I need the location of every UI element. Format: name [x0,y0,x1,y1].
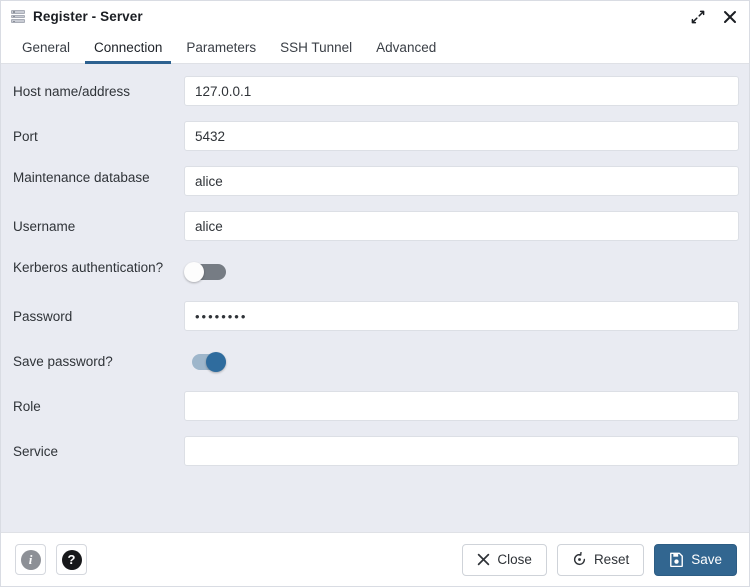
close-button[interactable]: Close [462,543,547,576]
form-row-maintenance-database: Maintenance database [1,164,739,209]
port-label: Port [13,129,38,144]
reset-button-label: Reset [593,552,630,567]
host-label: Host name/address [13,84,131,99]
dialog-footer: i ? Close Reset Save [1,532,749,586]
close-button-label: Close [497,552,532,567]
save-button[interactable]: Save [654,543,737,576]
tab-ssh-tunnel[interactable]: SSH Tunnel [268,32,364,63]
password-label: Password [13,309,73,324]
help-button[interactable]: ? [56,544,87,575]
service-input[interactable] [184,436,739,466]
tab-bar: General Connection Parameters SSH Tunnel… [1,32,749,64]
connection-form: Host name/address Port Maintenance datab… [1,64,749,532]
maintenance-database-input[interactable] [184,166,739,196]
reset-button[interactable]: Reset [556,543,645,576]
service-label: Service [13,444,59,459]
reset-icon [573,552,586,566]
save-disk-icon [670,552,684,567]
port-input[interactable] [184,121,739,151]
form-row-kerberos: Kerberos authentication? [1,254,739,299]
tab-advanced[interactable]: Advanced [364,32,448,63]
save-button-label: Save [691,552,722,567]
info-icon: i [20,549,41,570]
tab-parameters[interactable]: Parameters [174,32,268,63]
form-row-password: Password [1,299,739,344]
form-row-port: Port [1,119,739,164]
save-password-toggle[interactable] [184,352,228,372]
info-button[interactable]: i [15,544,46,575]
username-input[interactable] [184,211,739,241]
save-password-label: Save password? [13,354,113,369]
form-row-save-password: Save password? [1,344,739,389]
title-bar: Register - Server [1,1,749,32]
footer-actions: Close Reset Save [462,543,737,576]
form-row-host: Host name/address [1,74,739,119]
kerberos-toggle[interactable] [184,262,228,282]
question-mark-icon: ? [61,549,82,570]
close-icon[interactable] [721,8,739,26]
kerberos-label: Kerberos authentication? [13,260,164,275]
form-row-username: Username [1,209,739,254]
maintenance-database-label: Maintenance database [13,170,150,185]
password-input[interactable] [184,301,739,331]
host-input[interactable] [184,76,739,106]
close-icon [478,553,490,566]
server-stack-icon [10,9,26,25]
tab-connection[interactable]: Connection [82,32,174,64]
register-server-dialog: Register - Server General Connection Par… [0,0,750,587]
role-label: Role [13,399,41,414]
username-label: Username [13,219,76,234]
expand-arrows-icon[interactable] [689,8,707,26]
tab-general[interactable]: General [10,32,82,63]
form-row-role: Role [1,389,739,434]
role-input[interactable] [184,391,739,421]
window-title: Register - Server [33,9,143,24]
form-row-service: Service [1,434,739,479]
title-bar-controls [689,8,739,26]
